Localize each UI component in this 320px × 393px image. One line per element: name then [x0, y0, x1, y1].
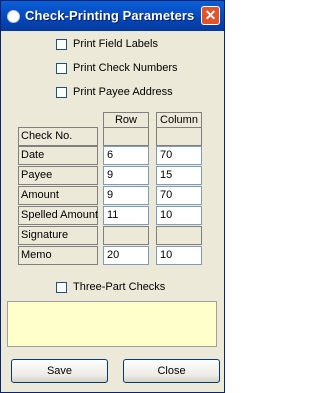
dialog-window: Check-Printing Parameters ✕ Print Field … — [0, 0, 225, 393]
print-check-numbers-option[interactable]: Print Check Numbers — [56, 61, 178, 75]
payee-row-field[interactable]: 9 — [103, 166, 149, 185]
option-label: Three-Part Checks — [73, 281, 166, 293]
row-column-header: Row — [103, 112, 149, 128]
info-panel — [7, 301, 217, 347]
checkbox[interactable] — [56, 281, 67, 293]
option-label: Print Check Numbers — [73, 62, 178, 74]
payee-label: Payee — [18, 166, 98, 185]
checkbox[interactable] — [56, 38, 67, 50]
title-bar[interactable]: Check-Printing Parameters ✕ — [1, 1, 224, 31]
check-no-column-field — [156, 127, 202, 146]
close-window-button[interactable]: ✕ — [201, 6, 220, 25]
payee-column-field[interactable]: 15 — [156, 166, 202, 185]
amount-column-field[interactable]: 70 — [156, 186, 202, 205]
print-payee-address-option[interactable]: Print Payee Address — [56, 85, 173, 99]
spelled-amount-row-field[interactable]: 11 — [103, 206, 149, 225]
signature-label: Signature — [18, 226, 98, 245]
check-no-label: Check No. — [18, 127, 98, 146]
close-button[interactable]: Close — [123, 359, 220, 383]
amount-row-field[interactable]: 9 — [103, 186, 149, 205]
date-row-field[interactable]: 6 — [103, 146, 149, 165]
date-column-field[interactable]: 70 — [156, 146, 202, 165]
checkbox[interactable] — [56, 86, 67, 98]
date-label: Date — [18, 146, 98, 165]
three-part-checks-option[interactable]: Three-Part Checks — [56, 280, 165, 294]
spelled-amount-label: Spelled Amount — [18, 206, 98, 225]
memo-row-field[interactable]: 20 — [103, 246, 149, 265]
option-label: Print Field Labels — [73, 38, 158, 50]
spelled-amount-column-field[interactable]: 10 — [156, 206, 202, 225]
memo-label: Memo — [18, 246, 98, 265]
check-no-row-field — [103, 127, 149, 146]
amount-label: Amount — [18, 186, 98, 205]
print-field-labels-option[interactable]: Print Field Labels — [56, 37, 158, 51]
option-label: Print Payee Address — [73, 86, 173, 98]
checkbox[interactable] — [56, 62, 67, 74]
signature-row-field — [103, 226, 149, 245]
save-button[interactable]: Save — [11, 359, 108, 383]
signature-column-field — [156, 226, 202, 245]
app-icon — [7, 10, 20, 23]
column-column-header: Column — [156, 112, 202, 128]
window-title: Check-Printing Parameters — [25, 8, 195, 23]
memo-column-field[interactable]: 10 — [156, 246, 202, 265]
